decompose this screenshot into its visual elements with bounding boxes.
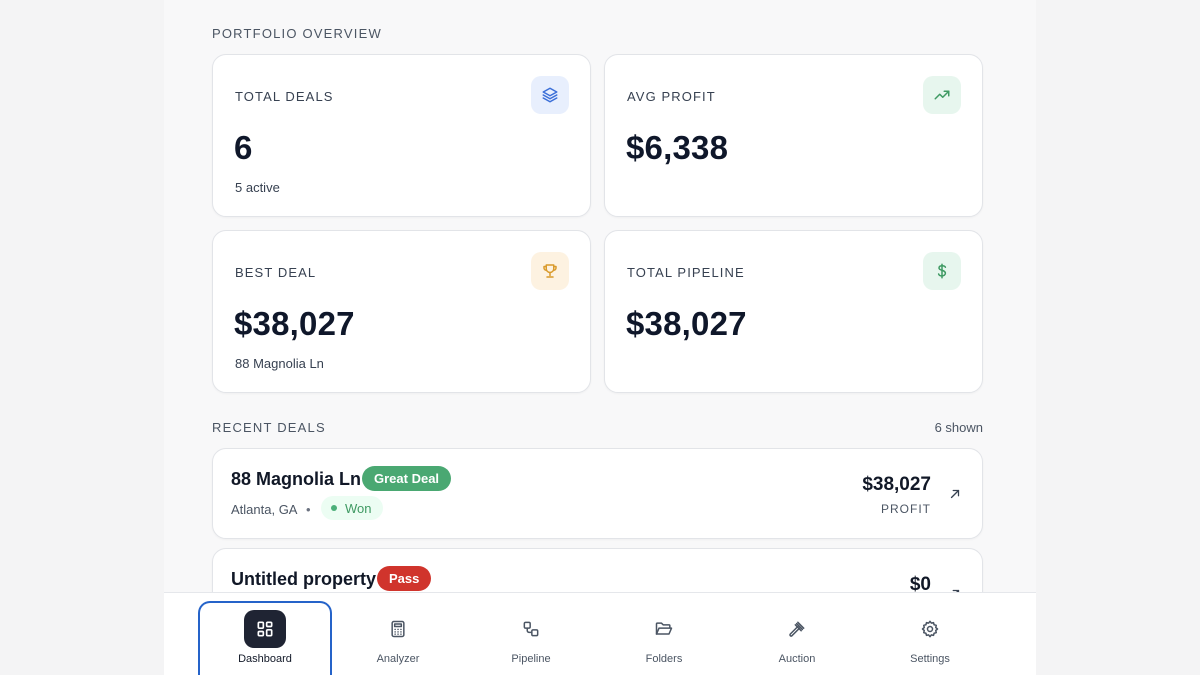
status-dot (331, 505, 337, 511)
bottom-nav: Dashboard Analyzer Pipeline Folders Auct… (164, 592, 1036, 675)
stat-card-total-deals[interactable]: TOTAL DEALS 6 5 active (212, 54, 591, 217)
deal-row[interactable]: 88 Magnolia Ln Great Deal Atlanta, GA • … (212, 448, 983, 539)
folder-open-icon (643, 610, 685, 648)
deal-name: Untitled property (231, 569, 377, 589)
dollar-icon (923, 252, 961, 290)
stat-card-avg-profit[interactable]: AVG PROFIT $6,338 (604, 54, 983, 217)
stat-card-best-deal[interactable]: BEST DEAL $38,027 88 Magnolia Ln (212, 230, 591, 393)
deal-location: Atlanta, GA (231, 502, 298, 517)
portfolio-overview-heading: PORTFOLIO OVERVIEW (212, 26, 382, 41)
stat-title: TOTAL PIPELINE (627, 265, 745, 280)
nav-label: Folders (645, 653, 683, 665)
deal-status-pill: Won (321, 496, 383, 520)
layers-icon (531, 76, 569, 114)
deal-profit-label: PROFIT (881, 502, 931, 516)
pipeline-icon (510, 610, 552, 648)
nav-dashboard[interactable]: Dashboard (198, 601, 332, 675)
trophy-icon (531, 252, 569, 290)
stat-subtext: 5 active (235, 180, 280, 195)
nav-auction[interactable]: Auction (730, 601, 864, 675)
deal-name: 88 Magnolia Ln (231, 469, 362, 489)
grid-icon (244, 610, 286, 648)
arrow-up-right-icon[interactable] (948, 487, 962, 501)
recent-deals-heading: RECENT DEALS (212, 420, 326, 435)
nav-pipeline[interactable]: Pipeline (464, 601, 598, 675)
stat-title: AVG PROFIT (627, 89, 716, 104)
stat-title: TOTAL DEALS (235, 89, 334, 104)
deals-count: 6 shown (934, 420, 983, 435)
nav-settings[interactable]: Settings (863, 601, 997, 675)
nav-label: Auction (778, 653, 816, 665)
stat-title: BEST DEAL (235, 265, 317, 280)
app-main: PORTFOLIO OVERVIEW TOTAL DEALS 6 5 activ… (164, 0, 1036, 675)
nav-label: Pipeline (511, 653, 551, 665)
calculator-icon (377, 610, 419, 648)
nav-label: Dashboard (238, 653, 292, 665)
separator-dot: • (306, 502, 311, 517)
gavel-icon (776, 610, 818, 648)
nav-analyzer[interactable]: Analyzer (331, 601, 465, 675)
stat-subtext: 88 Magnolia Ln (235, 356, 324, 371)
stat-value: $38,027 (626, 305, 747, 342)
deal-status: Won (345, 500, 372, 516)
stat-value: 6 (234, 129, 253, 166)
settings-icon (909, 610, 951, 648)
deal-rating-badge: Pass (377, 566, 432, 591)
nav-folders[interactable]: Folders (597, 601, 731, 675)
nav-label: Settings (910, 653, 950, 665)
nav-label: Analyzer (376, 653, 420, 665)
stat-card-total-pipeline[interactable]: TOTAL PIPELINE $38,027 (604, 230, 983, 393)
deal-profit: $38,027 (862, 474, 931, 495)
stat-value: $38,027 (234, 305, 355, 342)
trending-up-icon (923, 76, 961, 114)
deal-rating-badge: Great Deal (362, 466, 452, 491)
stat-value: $6,338 (626, 129, 729, 166)
